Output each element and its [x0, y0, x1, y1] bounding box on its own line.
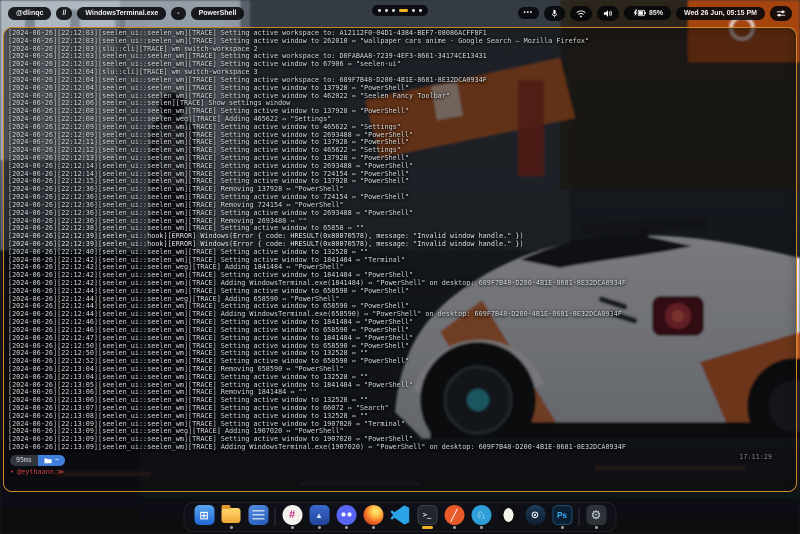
fancy-toolbar: @dlinqc//WindowsTerminal.exe-PowerShell … — [0, 0, 800, 26]
app-exe-pill[interactable]: WindowsTerminal.exe — [77, 7, 166, 20]
log-line: [2024-06-26][22:13:09][seelen_ui::seelen… — [8, 444, 792, 452]
workspace-dot[interactable] — [419, 9, 422, 12]
dock-vscode-button[interactable] — [390, 505, 411, 529]
dock-pen-button[interactable]: ╱ — [444, 505, 465, 529]
pen-icon: ╱ — [444, 505, 464, 525]
log-lines: [2024-06-26][22:12:03][seelen_ui::seelen… — [8, 30, 792, 452]
prompt-path-segment: ~ — [38, 455, 65, 466]
explorer-icon — [222, 508, 241, 523]
dock-steam-button[interactable]: ⊙ — [525, 505, 546, 529]
firefox-icon — [363, 505, 383, 525]
running-app-indicator — [318, 526, 321, 529]
prompt-duration: 95ms — [10, 455, 38, 466]
terminal-icon: >_ — [417, 505, 437, 525]
toolbar-left-group: @dlinqc // WindowsTerminal.exe-PowerShell — [8, 7, 244, 20]
battery-percent: 85% — [649, 10, 663, 17]
prompt-path: ~ — [55, 457, 59, 464]
running-app-indicator — [345, 526, 348, 529]
speaker-icon — [603, 9, 613, 18]
prompt-user: @eythaann — [17, 468, 54, 476]
running-app-indicator — [561, 526, 564, 529]
running-app-indicator — [291, 526, 294, 529]
slash-separator-pill[interactable]: // — [56, 7, 72, 20]
dock-photoshop-button[interactable]: Ps — [552, 505, 573, 529]
workspace-active[interactable] — [399, 9, 408, 12]
running-app-indicator — [595, 526, 598, 529]
settings-icon: ⚙ — [586, 505, 606, 525]
workspace-dot[interactable] — [392, 9, 395, 12]
window-title-pill[interactable]: PowerShell — [191, 7, 245, 20]
wifi-icon — [576, 9, 586, 18]
prompt-arrow: ≫ — [57, 468, 64, 476]
tray-more-button[interactable]: ••• — [518, 7, 539, 19]
datetime-button[interactable]: Wed 26 Jun, 05:15 PM — [676, 7, 765, 20]
sliders-icon — [776, 9, 786, 18]
steam-icon: ⊙ — [525, 505, 545, 525]
prompt-user-line: • @eythaann ≫ — [10, 468, 792, 476]
running-app-indicator — [230, 526, 233, 529]
vscode-icon — [390, 505, 410, 525]
dock-discord-button[interactable] — [336, 505, 357, 529]
paint-icon: ▲ — [309, 505, 329, 525]
volume-button[interactable] — [597, 6, 619, 21]
blue-icon: ♘ — [471, 505, 491, 525]
microphone-icon — [550, 9, 559, 18]
quick-settings-button[interactable] — [770, 6, 792, 21]
terminal-content: [2024-06-26][22:12:03][seelen_ui::seelen… — [8, 30, 792, 489]
terminal-window[interactable]: [2024-06-26][22:12:03][seelen_ui::seelen… — [3, 27, 797, 492]
toolbar-right-group: ••• — [518, 6, 792, 21]
workspace-dot[interactable] — [378, 9, 381, 12]
dock-settings-button[interactable]: ⚙ — [586, 505, 607, 529]
active-app-indicator — [422, 526, 433, 529]
running-app-indicator — [372, 526, 375, 529]
egg-icon — [498, 505, 518, 525]
battery-button[interactable]: 85% — [624, 6, 671, 20]
folder-icon — [44, 457, 52, 464]
dock-notes-button[interactable] — [248, 505, 269, 529]
dock-egg-button[interactable] — [498, 505, 519, 529]
microphone-button[interactable] — [544, 6, 565, 21]
running-app-indicator — [453, 526, 456, 529]
dock-firefox-button[interactable] — [363, 505, 384, 529]
dock-separator — [579, 508, 580, 526]
notes-icon — [248, 505, 268, 525]
discord-icon — [336, 505, 356, 525]
wifi-button[interactable] — [570, 6, 592, 21]
workspace-dot[interactable] — [412, 9, 415, 12]
user-pill[interactable]: @dlinqc — [8, 7, 51, 20]
photoshop-icon: Ps — [552, 505, 572, 525]
dock-separator — [275, 508, 276, 526]
prompt-time: 17:11:29 — [739, 453, 772, 461]
dock-slack-button[interactable]: # — [282, 505, 303, 529]
workspace-dot[interactable] — [385, 9, 388, 12]
dock-blue-button[interactable]: ♘ — [471, 505, 492, 529]
slack-icon: # — [282, 505, 302, 525]
dock-paint-button[interactable]: ▲ — [309, 505, 330, 529]
store-icon: ⊞ — [194, 505, 214, 525]
battery-icon — [632, 9, 646, 17]
dock: ⊞ # ▲ >_ ╱ ♘ ⊙ Ps ⚙ — [184, 502, 617, 532]
desktop: @dlinqc//WindowsTerminal.exe-PowerShell … — [0, 0, 800, 534]
running-app-indicator — [480, 526, 483, 529]
prompt-user-prefix: • — [10, 468, 14, 476]
dock-explorer-button[interactable] — [221, 505, 242, 529]
workspace-switcher[interactable] — [372, 5, 428, 16]
dock-store-button[interactable]: ⊞ — [194, 505, 215, 529]
dash-separator-pill[interactable]: - — [171, 7, 185, 20]
prompt-segments: 95ms ~ — [10, 455, 792, 466]
dock-terminal-button[interactable]: >_ — [417, 505, 438, 529]
